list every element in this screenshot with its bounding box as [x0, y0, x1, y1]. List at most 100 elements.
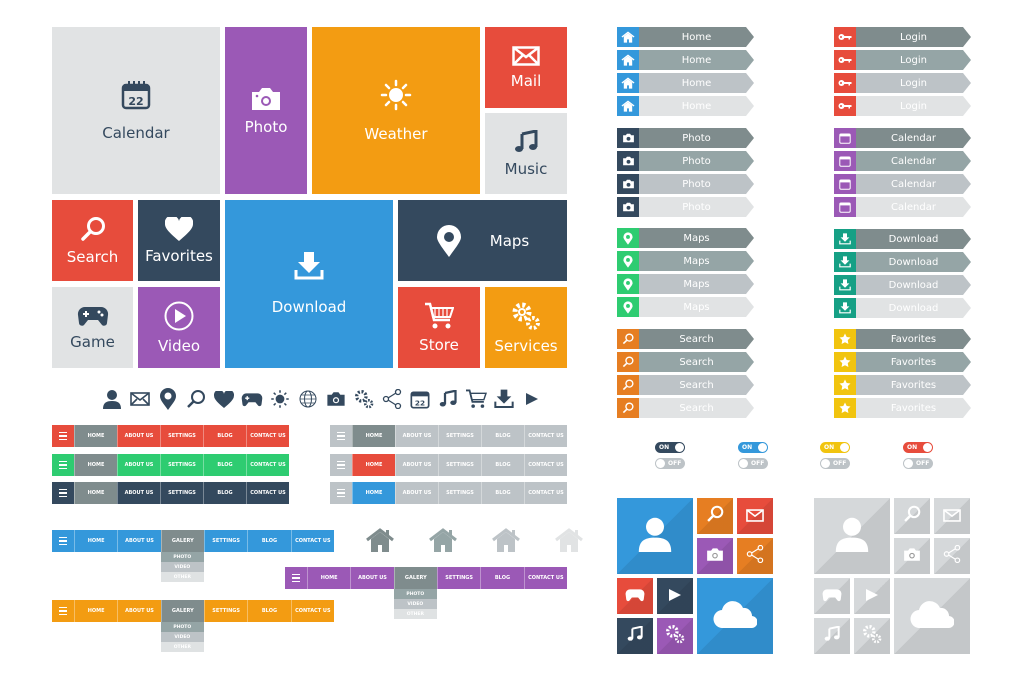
nav-item[interactable]: SETTINGS	[438, 482, 481, 504]
arrow-button-favorites[interactable]: Favorites	[834, 398, 971, 418]
dropdown-item[interactable]: PHOTO	[160, 552, 204, 562]
menu-icon[interactable]	[52, 454, 74, 476]
tile-download[interactable]: Download	[225, 200, 393, 368]
nav-item[interactable]: ABOUT US	[117, 530, 160, 552]
arrow-button-calendar[interactable]: Calendar	[834, 151, 971, 171]
nav-item[interactable]: HOME	[74, 454, 117, 476]
metro-tile-play[interactable]	[657, 578, 693, 614]
nav-item[interactable]: CONTACT US	[524, 454, 567, 476]
tile-music[interactable]: Music	[485, 113, 567, 194]
tile-mail[interactable]: Mail	[485, 27, 567, 108]
dropdown-item[interactable]: VIDEO	[393, 599, 437, 609]
mail-icon[interactable]	[128, 388, 152, 410]
cart-icon[interactable]	[464, 388, 488, 410]
nav-item[interactable]: CONTACT US	[523, 567, 567, 589]
toggle-off[interactable]: OFF	[903, 458, 933, 469]
dropdown-item[interactable]: PHOTO	[160, 622, 204, 632]
metro-tile-gears[interactable]	[657, 618, 693, 654]
nav-item[interactable]: BLOG	[481, 425, 524, 447]
menu-icon[interactable]	[52, 530, 74, 552]
arrow-button-search[interactable]: Search	[617, 352, 754, 372]
arrow-button-search[interactable]: Search	[617, 329, 754, 349]
home-icon[interactable]	[428, 528, 458, 552]
arrow-button-login[interactable]: Login	[834, 73, 971, 93]
arrow-button-maps[interactable]: Maps	[617, 251, 754, 271]
heart-icon[interactable]	[212, 388, 236, 410]
map-pin-icon[interactable]	[156, 388, 180, 410]
arrow-button-photo[interactable]: Photo	[617, 197, 754, 217]
metro-tile-gamepad[interactable]	[814, 578, 850, 614]
arrow-button-home[interactable]: Home	[617, 50, 754, 70]
nav-item[interactable]: HOME	[307, 567, 350, 589]
nav-item[interactable]: HOME	[352, 454, 395, 476]
nav-item[interactable]: GALERY	[160, 600, 204, 622]
nav-item[interactable]: ABOUT US	[117, 454, 160, 476]
nav-item[interactable]: BLOG	[203, 454, 246, 476]
metro-tile-gamepad[interactable]	[617, 578, 653, 614]
dropdown-item[interactable]: PHOTO	[393, 589, 437, 599]
arrow-button-favorites[interactable]: Favorites	[834, 329, 971, 349]
nav-item[interactable]: HOME	[74, 482, 117, 504]
arrow-button-download[interactable]: Download	[834, 298, 971, 318]
nav-item[interactable]: CONTACT US	[524, 482, 567, 504]
nav-item[interactable]: GALERY	[160, 530, 204, 552]
tile-calendar[interactable]: 22 Calendar	[52, 27, 220, 194]
arrow-button-calendar[interactable]: Calendar	[834, 174, 971, 194]
menu-icon[interactable]	[52, 482, 74, 504]
camera-icon[interactable]	[324, 388, 348, 410]
metro-tile-mail[interactable]	[934, 498, 970, 534]
arrow-button-maps[interactable]: Maps	[617, 274, 754, 294]
arrow-button-maps[interactable]: Maps	[617, 297, 754, 317]
dropdown-item[interactable]: OTHER	[393, 609, 437, 619]
arrow-button-download[interactable]: Download	[834, 275, 971, 295]
nav-item[interactable]: HOME	[74, 530, 117, 552]
arrow-button-photo[interactable]: Photo	[617, 128, 754, 148]
nav-item[interactable]: ABOUT US	[395, 425, 438, 447]
home-icon[interactable]	[554, 528, 584, 552]
metro-tile-music[interactable]	[814, 618, 850, 654]
toggle-off[interactable]: OFF	[655, 458, 685, 469]
share-icon[interactable]	[380, 388, 404, 410]
tile-favorites[interactable]: Favorites	[138, 200, 220, 281]
nav-item[interactable]: ABOUT US	[117, 425, 160, 447]
arrow-button-search[interactable]: Search	[617, 375, 754, 395]
nav-item[interactable]: ABOUT US	[395, 454, 438, 476]
nav-item[interactable]: SETTINGS	[438, 454, 481, 476]
calendar-icon[interactable]: 22	[408, 388, 432, 410]
tile-search[interactable]: Search	[52, 200, 133, 281]
globe-icon[interactable]	[296, 388, 320, 410]
toggle-on[interactable]: ON	[738, 442, 768, 453]
menu-icon[interactable]	[52, 425, 74, 447]
metro-tile-search[interactable]	[894, 498, 930, 534]
nav-item[interactable]: CONTACT US	[246, 482, 289, 504]
nav-item[interactable]: BLOG	[481, 454, 524, 476]
nav-item[interactable]: ABOUT US	[117, 482, 160, 504]
metro-tile-mail[interactable]	[737, 498, 773, 534]
metro-tile-share[interactable]	[934, 538, 970, 574]
nav-item[interactable]: BLOG	[247, 600, 290, 622]
tile-store[interactable]: Store	[398, 287, 480, 368]
arrow-button-search[interactable]: Search	[617, 398, 754, 418]
arrow-button-favorites[interactable]: Favorites	[834, 352, 971, 372]
metro-tile-music[interactable]	[617, 618, 653, 654]
tile-photo[interactable]: Photo	[225, 27, 307, 194]
nav-item[interactable]: CONTACT US	[290, 530, 334, 552]
arrow-button-login[interactable]: Login	[834, 27, 971, 47]
tile-services[interactable]: Services	[485, 287, 567, 368]
nav-item[interactable]: CONTACT US	[246, 425, 289, 447]
nav-item[interactable]: CONTACT US	[246, 454, 289, 476]
arrow-button-favorites[interactable]: Favorites	[834, 375, 971, 395]
download-icon[interactable]	[492, 388, 516, 410]
arrow-button-photo[interactable]: Photo	[617, 151, 754, 171]
menu-icon[interactable]	[330, 454, 352, 476]
nav-item[interactable]: CONTACT US	[290, 600, 334, 622]
play-icon[interactable]	[520, 388, 544, 410]
metro-tile-gears[interactable]	[854, 618, 890, 654]
home-icon[interactable]	[491, 528, 521, 552]
arrow-button-download[interactable]: Download	[834, 229, 971, 249]
home-icon[interactable]	[365, 528, 395, 552]
arrow-button-home[interactable]: Home	[617, 73, 754, 93]
nav-item[interactable]: ABOUT US	[395, 482, 438, 504]
nav-item[interactable]: BLOG	[481, 482, 524, 504]
arrow-button-home[interactable]: Home	[617, 27, 754, 47]
